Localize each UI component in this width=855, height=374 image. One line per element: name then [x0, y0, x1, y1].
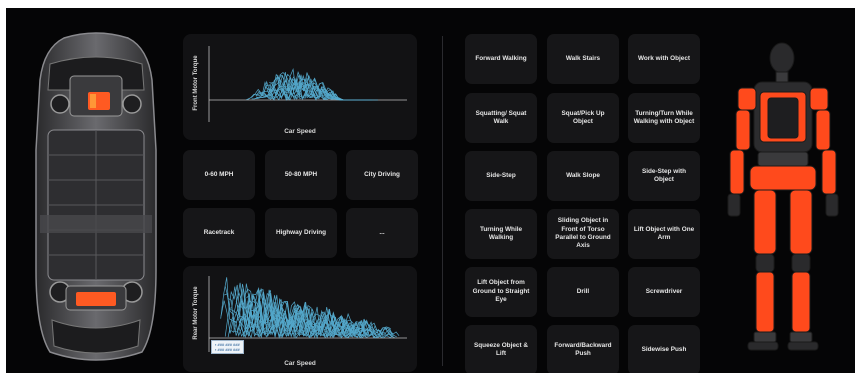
tile-highway-driving: Highway Driving	[265, 208, 337, 258]
rear-plot-xlabel: Car Speed	[284, 360, 316, 367]
car-chassis-icon	[35, 32, 157, 361]
front-plot-xlabel: Car Speed	[284, 128, 316, 135]
tile-lift-object-ground-to-eye: Lift Object from Ground to Straight Eye	[465, 267, 537, 317]
tile-drill: Drill	[547, 267, 619, 317]
tile-squatting-squat-walk: Squatting/ Squat Walk	[465, 93, 537, 143]
tile-forward-walking: Forward Walking	[465, 34, 537, 84]
rear-plot-legend: ▪ ### ### ### ▪ ### ### ###	[211, 340, 244, 355]
rear-legend-entry-2: ▪ ### ### ###	[215, 347, 240, 353]
tile-walk-stairs: Walk Stairs	[547, 34, 619, 84]
tile-sliding-object-parallel: Sliding Object in Front of Torso Paralle…	[547, 209, 619, 259]
tile-forward-backward-push: Forward/Backward Push	[547, 325, 619, 373]
tile-0-60-mph: 0-60 MPH	[183, 150, 255, 200]
tile-work-with-object: Work with Object	[628, 34, 700, 84]
tile-squeeze-object-lift: Squeeze Object & Lift	[465, 325, 537, 373]
tile-racetrack: Racetrack	[183, 208, 255, 258]
tile-lift-object-one-arm: Lift Object with One Arm	[628, 209, 700, 259]
tile-ellipsis: ...	[346, 208, 418, 258]
slide-frame: Front Motor Torque Car Speed 0-60 MPH 50…	[6, 8, 855, 373]
front-torque-panel: Front Motor Torque Car Speed	[183, 34, 417, 140]
tile-50-80-mph: 50-80 MPH	[265, 150, 337, 200]
humanoid-robot-icon	[727, 42, 839, 351]
rear-torque-panel: Rear Motor Torque ▪ ### ### ### ▪ ### ##…	[183, 266, 417, 372]
front-plot-ylabel: Front Motor Torque	[193, 55, 199, 111]
tile-squat-pick-up-object: Squat/Pick Up Object	[547, 93, 619, 143]
tile-turning-while-walking-with-object: Turning/Turn While Walking with Object	[628, 93, 700, 143]
tile-screwdriver: Screwdriver	[628, 267, 700, 317]
tile-sidewise-push: Sidewise Push	[628, 325, 700, 373]
tile-turning-while-walking: Turning While Walking	[465, 209, 537, 259]
tile-side-step-with-object: Side-Step with Object	[628, 151, 700, 201]
tile-side-step: Side-Step	[465, 151, 537, 201]
front-torque-plot	[208, 46, 407, 122]
tile-walk-slope: Walk Slope	[547, 151, 619, 201]
rear-plot-ylabel: Rear Motor Torque	[193, 286, 199, 340]
tile-city-driving: City Driving	[346, 150, 418, 200]
center-divider	[442, 36, 443, 366]
